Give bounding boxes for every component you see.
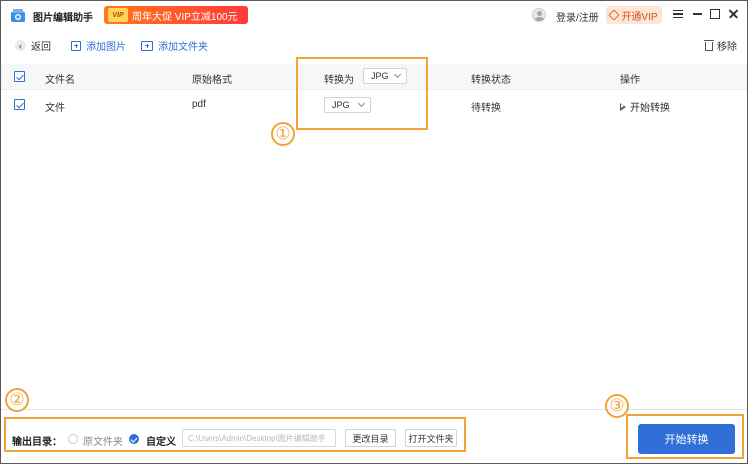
row-original-format: pdf xyxy=(192,99,206,110)
remove-button[interactable]: 移除 xyxy=(704,38,737,53)
title-bar: 图片编辑助手 VIP 周年大促 VIP立减100元 登录/注册 开通VIP xyxy=(1,1,747,29)
col-filename: 文件名 xyxy=(45,75,75,86)
radio-custom[interactable] xyxy=(129,434,139,444)
user-avatar-icon[interactable] xyxy=(532,8,546,22)
remove-label: 移除 xyxy=(717,42,737,53)
open-vip-label: 开通VIP xyxy=(621,11,658,23)
maximize-icon[interactable] xyxy=(708,7,722,21)
back-label: 返回 xyxy=(31,42,51,53)
promo-vip-badge: VIP xyxy=(108,8,128,22)
radio-custom-label[interactable]: 自定义 xyxy=(146,433,176,448)
play-icon xyxy=(620,102,626,111)
annotation-number-2: ② xyxy=(5,388,29,412)
minimize-icon[interactable] xyxy=(690,7,704,21)
login-register-link[interactable]: 登录/注册 xyxy=(556,9,599,24)
row-filename: 文件 xyxy=(45,103,65,114)
annotation-box-1 xyxy=(296,57,428,130)
select-all-checkbox[interactable] xyxy=(14,71,25,82)
promo-banner[interactable]: VIP 周年大促 VIP立减100元 xyxy=(104,6,248,24)
app-title: 图片编辑助手 xyxy=(33,13,93,24)
col-status: 转换状态 xyxy=(471,75,511,86)
radio-original-folder[interactable] xyxy=(68,434,78,444)
row-status: 待转换 xyxy=(471,103,501,114)
row-start-convert-label: 开始转换 xyxy=(630,103,670,114)
output-dir-label: 输出目录： xyxy=(12,437,62,448)
chevron-left-icon: ‹ xyxy=(15,40,26,51)
change-dir-button[interactable]: 更改目录 xyxy=(345,429,396,447)
promo-text: 周年大促 VIP立减100元 xyxy=(132,11,238,23)
row-checkbox[interactable] xyxy=(14,99,25,110)
col-original-format: 原始格式 xyxy=(192,75,232,86)
toolbar: ‹ 返回 添加图片 添加文件夹 移除 xyxy=(1,32,747,58)
add-folder-button[interactable]: 添加文件夹 xyxy=(141,38,208,53)
radio-original-folder-label[interactable]: 原文件夹 xyxy=(83,433,123,448)
app-logo-icon xyxy=(11,9,25,22)
start-convert-button[interactable]: 开始转换 xyxy=(638,424,735,454)
add-image-icon xyxy=(71,40,81,51)
open-vip-button[interactable]: 开通VIP xyxy=(606,6,662,24)
diamond-icon xyxy=(608,9,621,21)
menu-icon[interactable] xyxy=(671,7,685,21)
close-icon[interactable] xyxy=(726,7,740,21)
add-image-button[interactable]: 添加图片 xyxy=(71,38,126,53)
output-path-input[interactable]: C:\Users\Admin\Desktop\图片编辑助手 xyxy=(182,429,336,447)
trash-icon xyxy=(704,40,714,51)
row-start-convert-button[interactable]: 开始转换 xyxy=(620,99,670,114)
add-folder-icon xyxy=(141,40,153,51)
annotation-number-1: ① xyxy=(271,122,295,146)
open-folder-button[interactable]: 打开文件夹 xyxy=(405,429,457,447)
col-action: 操作 xyxy=(620,75,640,86)
back-button[interactable]: ‹ 返回 xyxy=(15,38,51,53)
add-folder-label: 添加文件夹 xyxy=(158,42,208,53)
add-image-label: 添加图片 xyxy=(86,42,126,53)
